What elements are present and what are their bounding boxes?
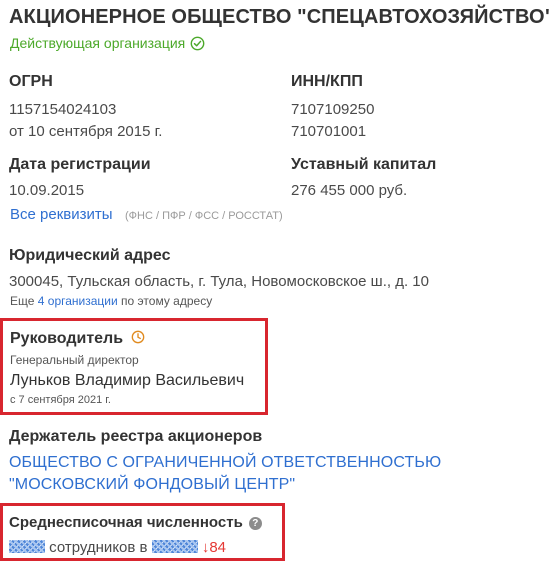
inn-value: 7107109250: [291, 101, 375, 118]
kpp-value: 710701001: [291, 123, 367, 140]
employees-year-blurred: [151, 540, 198, 553]
clock-icon[interactable]: [131, 330, 145, 344]
director-position: Генеральный директор: [10, 353, 139, 367]
requisites-row: Все реквизиты (ФНС / ПФР / ФСС / РОССТАТ…: [10, 206, 283, 224]
registration-label: Дата регистрации: [9, 156, 151, 173]
company-title: АКЦИОНЕРНОЕ ОБЩЕСТВО "СПЕЦАВТОХОЗЯЙСТВО": [9, 6, 550, 28]
ogrn-value: 1157154024103: [9, 101, 117, 118]
question-icon[interactable]: ?: [248, 517, 262, 530]
address-more-suffix: по этому адресу: [121, 294, 213, 308]
holder-label: Держатель реестра акционеров: [9, 428, 263, 445]
ogrn-label: ОГРН: [9, 73, 53, 90]
all-requisites-link[interactable]: Все реквизиты: [10, 206, 113, 223]
check-circle-icon: [190, 36, 205, 50]
director-label-text: Руководитель: [10, 330, 124, 347]
address-label: Юридический адрес: [9, 247, 171, 264]
capital-label: Уставный капитал: [291, 156, 437, 173]
director-since: с 7 сентября 2021 г.: [10, 394, 111, 406]
company-status-text: Действующая организация: [10, 35, 186, 51]
requisites-agencies: (ФНС / ПФР / ФСС / РОССТАТ): [124, 210, 283, 222]
employees-label: Среднесписочная численность?: [9, 514, 262, 531]
company-status: Действующая организация: [10, 35, 205, 51]
address-orgs-link[interactable]: 4 организации: [38, 294, 118, 308]
employees-change: ↓84: [201, 539, 227, 556]
director-label: Руководитель: [10, 330, 145, 348]
address-more-prefix: Еще: [10, 294, 35, 308]
employees-label-text: Среднесписочная численность: [9, 514, 243, 531]
address-more: Еще 4 организации по этому адресу: [10, 294, 212, 308]
holder-link[interactable]: ОБЩЕСТВО С ОГРАНИЧЕННОЙ ОТВЕТСТВЕННОСТЬЮ…: [9, 452, 529, 496]
inn-kpp-label: ИНН/КПП: [291, 73, 363, 90]
director-name: Луньков Владимир Васильевич: [10, 372, 245, 389]
employees-text: сотрудников в: [49, 539, 148, 556]
ogrn-date: от 10 сентября 2015 г.: [9, 123, 163, 140]
capital-value: 276 455 000 руб.: [291, 182, 408, 199]
address-value: 300045, Тульская область, г. Тула, Новом…: [9, 273, 429, 290]
employees-count-blurred: [9, 540, 45, 553]
employees-row: сотрудников в ↓84: [9, 539, 226, 556]
registration-value: 10.09.2015: [9, 182, 85, 199]
